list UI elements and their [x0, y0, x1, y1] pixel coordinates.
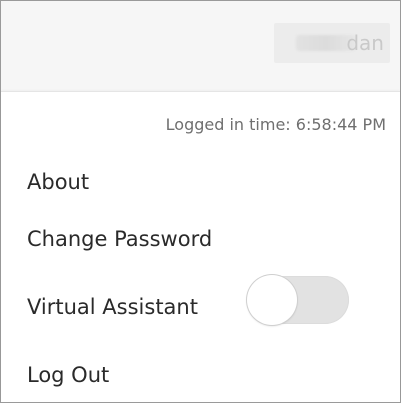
app-window: dan Logged in time: 6:58:44 PM About Cha… [0, 0, 401, 403]
menu-item-virtual-assistant: Virtual Assistant [27, 295, 198, 319]
user-menu-button[interactable]: dan [274, 23, 390, 63]
menu-item-change-password[interactable]: Change Password [27, 227, 212, 251]
logged-in-time: Logged in time: 6:58:44 PM [165, 115, 386, 134]
user-name: dan [346, 31, 384, 55]
user-dropdown-menu: Logged in time: 6:58:44 PM About Change … [1, 91, 400, 402]
virtual-assistant-toggle[interactable] [247, 275, 349, 325]
toggle-knob [247, 275, 297, 325]
top-bar: dan [1, 1, 400, 92]
menu-item-about[interactable]: About [27, 170, 89, 194]
menu-item-log-out[interactable]: Log Out [27, 363, 109, 387]
